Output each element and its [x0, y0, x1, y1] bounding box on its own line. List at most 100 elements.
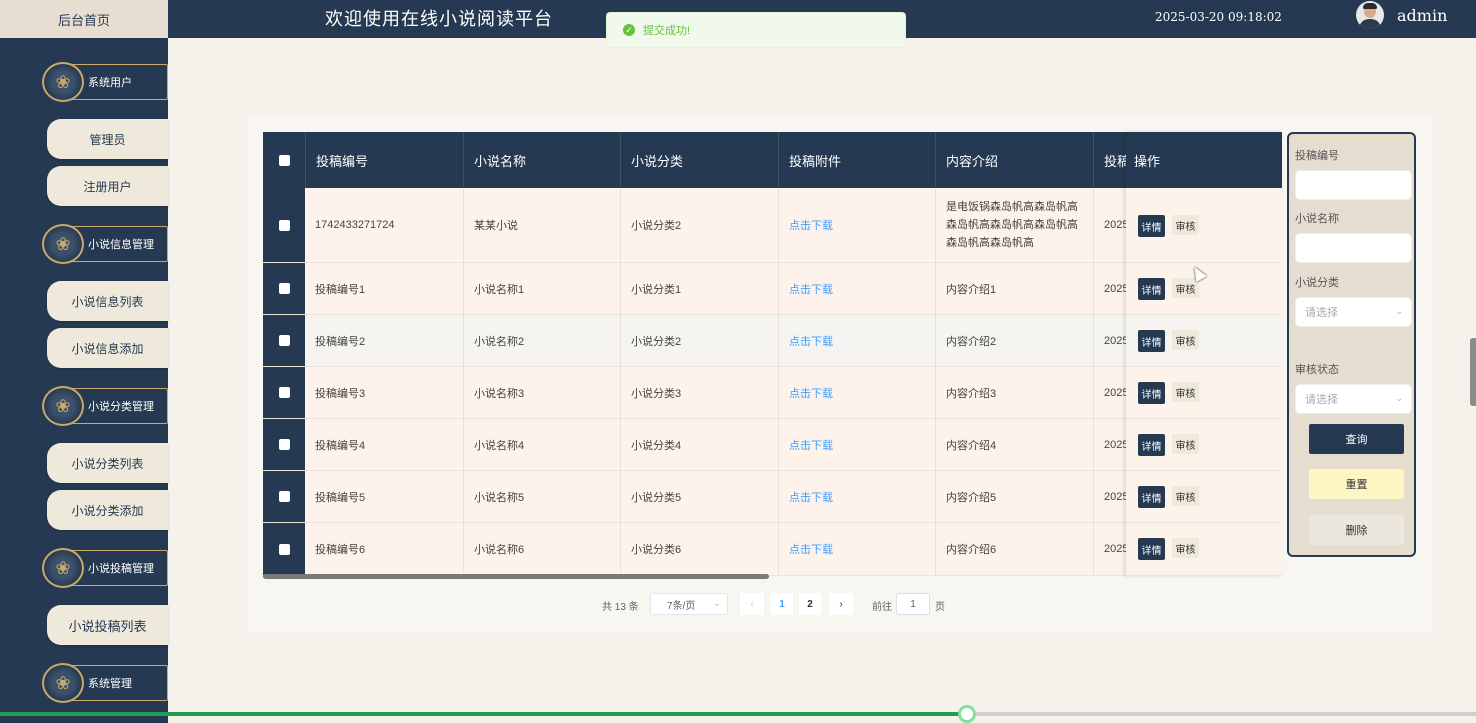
search-panel: 投稿编号 小说名称 小说分类 请选择 ⌄ 审核状态 请选择 ⌄ 查询 重置 删除	[1287, 132, 1416, 557]
right-edge-handle[interactable]	[1470, 338, 1476, 406]
row-checkbox[interactable]	[278, 543, 290, 555]
sidebar-item-novel-list[interactable]: 小说信息列表	[47, 281, 168, 321]
sidebar-item-registered-users[interactable]: 注册用户	[47, 166, 168, 206]
menu-group-label: 系统用户	[88, 76, 132, 89]
row-checkbox[interactable]	[278, 387, 290, 398]
search-category-label: 小说分类	[1295, 276, 1339, 289]
header-category[interactable]: 小说分类	[620, 132, 778, 188]
cell-id: 投稿编号3	[315, 387, 366, 400]
goto-page-input[interactable]: 1	[896, 593, 930, 615]
cell-download-link[interactable]: 点击下载	[778, 188, 935, 262]
cell-download-link[interactable]: 点击下载	[778, 471, 935, 522]
reset-button[interactable]: 重置	[1309, 469, 1404, 499]
menu-group-label: 小说信息管理	[88, 238, 154, 251]
review-button[interactable]: 审核	[1172, 538, 1199, 558]
header-attachment[interactable]: 投稿附件	[778, 132, 935, 188]
row-checkbox[interactable]	[278, 219, 290, 231]
menu-group-novel-category[interactable]: ❀ 小说分类管理	[42, 385, 168, 427]
header-id[interactable]: 投稿编号	[305, 132, 463, 188]
row-checkbox[interactable]	[278, 335, 290, 346]
cell-intro: 内容介绍6	[935, 523, 1093, 575]
review-button[interactable]: 审核	[1172, 330, 1199, 350]
detail-button[interactable]: 详情	[1138, 278, 1165, 300]
search-id-input[interactable]	[1295, 170, 1412, 200]
cell-download-link[interactable]: 点击下载	[778, 523, 935, 575]
cell-name: 小说名称3	[463, 367, 620, 418]
cell-intro: 内容介绍1	[935, 263, 1093, 314]
cell-category: 小说分类2	[620, 188, 778, 262]
cell-download-link[interactable]: 点击下载	[778, 367, 935, 418]
page-number-1[interactable]: 1	[771, 593, 793, 615]
menu-group-novel-info[interactable]: ❀ 小说信息管理	[42, 223, 168, 265]
ornament-icon: ❀	[42, 224, 84, 264]
op-row: 详情 审核	[1126, 523, 1282, 576]
detail-button[interactable]: 详情	[1138, 434, 1165, 456]
toast-message: 提交成功!	[643, 25, 691, 37]
avatar[interactable]	[1356, 1, 1384, 29]
sidebar-item-admin[interactable]: 管理员	[47, 119, 168, 159]
review-button[interactable]: 审核	[1172, 382, 1199, 402]
goto-label: 前往	[872, 602, 892, 613]
header-name[interactable]: 小说名称	[463, 132, 620, 188]
page-number-2[interactable]: 2	[799, 593, 821, 615]
query-button[interactable]: 查询	[1309, 424, 1404, 454]
cell-name: 小说名称2	[463, 315, 620, 366]
cell-intro: 内容介绍3	[935, 367, 1093, 418]
row-select-cell[interactable]	[263, 188, 305, 262]
detail-button[interactable]: 详情	[1138, 486, 1165, 508]
row-checkbox[interactable]	[278, 439, 290, 450]
row-select-cell[interactable]	[263, 367, 305, 418]
search-status-select[interactable]: 请选择 ⌄	[1295, 384, 1412, 414]
detail-button[interactable]: 详情	[1138, 215, 1165, 237]
row-select-cell[interactable]	[263, 263, 305, 314]
search-name-input[interactable]	[1295, 233, 1412, 263]
select-all-checkbox[interactable]	[278, 154, 290, 166]
cell-download-link[interactable]: 点击下载	[778, 263, 935, 314]
cell-category: 小说分类3	[620, 367, 778, 418]
menu-group-system-users[interactable]: ❀ 系统用户	[42, 61, 168, 103]
prev-page-button[interactable]: ‹	[740, 593, 764, 615]
cell-name: 小说名称4	[463, 419, 620, 470]
header-select-all[interactable]	[263, 132, 305, 188]
detail-button[interactable]: 详情	[1138, 330, 1165, 352]
detail-button[interactable]: 详情	[1138, 382, 1165, 404]
menu-group-system-admin[interactable]: ❀ 系统管理	[42, 662, 168, 704]
ornament-icon: ❀	[42, 548, 84, 588]
review-button[interactable]: 审核	[1172, 486, 1199, 506]
row-checkbox[interactable]	[278, 491, 290, 502]
home-tab[interactable]: 后台首页	[0, 0, 168, 38]
review-button[interactable]: 审核	[1172, 215, 1199, 235]
review-button[interactable]: 审核	[1172, 434, 1199, 454]
row-select-cell[interactable]	[263, 523, 305, 575]
cell-category: 小说分类2	[620, 315, 778, 366]
next-page-button[interactable]: ›	[829, 593, 853, 615]
sidebar-item-category-list[interactable]: 小说分类列表	[47, 443, 168, 483]
search-status-label: 审核状态	[1295, 363, 1339, 376]
menu-group-submissions[interactable]: ❀ 小说投稿管理	[42, 547, 168, 589]
op-row: 详情 审核	[1126, 188, 1282, 263]
chevron-down-icon: ⌄	[712, 598, 721, 609]
video-progress-knob[interactable]	[957, 705, 976, 723]
username[interactable]: admin	[1397, 6, 1447, 25]
delete-button[interactable]: 删除	[1309, 515, 1404, 545]
row-select-cell[interactable]	[263, 315, 305, 366]
search-category-select[interactable]: 请选择 ⌄	[1295, 297, 1412, 327]
horizontal-scrollbar[interactable]	[263, 574, 769, 579]
header-intro[interactable]: 内容介绍	[935, 132, 1093, 188]
cell-id: 投稿编号2	[315, 335, 366, 348]
row-select-cell[interactable]	[263, 471, 305, 522]
sidebar-item-category-add[interactable]: 小说分类添加	[47, 490, 168, 530]
page-size-select[interactable]: 7条/页 ⌄	[650, 593, 728, 615]
sidebar-item-submission-list[interactable]: 小说投稿列表	[47, 605, 168, 645]
cell-download-link[interactable]: 点击下载	[778, 419, 935, 470]
avatar-body	[1359, 19, 1381, 29]
chevron-down-icon: ⌄	[1395, 306, 1403, 316]
op-row: 详情 审核	[1126, 419, 1282, 471]
status-placeholder: 请选择	[1305, 394, 1338, 406]
row-select-cell[interactable]	[263, 419, 305, 470]
chevron-down-icon: ⌄	[1395, 393, 1403, 403]
row-checkbox[interactable]	[278, 283, 290, 294]
detail-button[interactable]: 详情	[1138, 538, 1165, 560]
cell-download-link[interactable]: 点击下载	[778, 315, 935, 366]
sidebar-item-novel-add[interactable]: 小说信息添加	[47, 328, 168, 368]
